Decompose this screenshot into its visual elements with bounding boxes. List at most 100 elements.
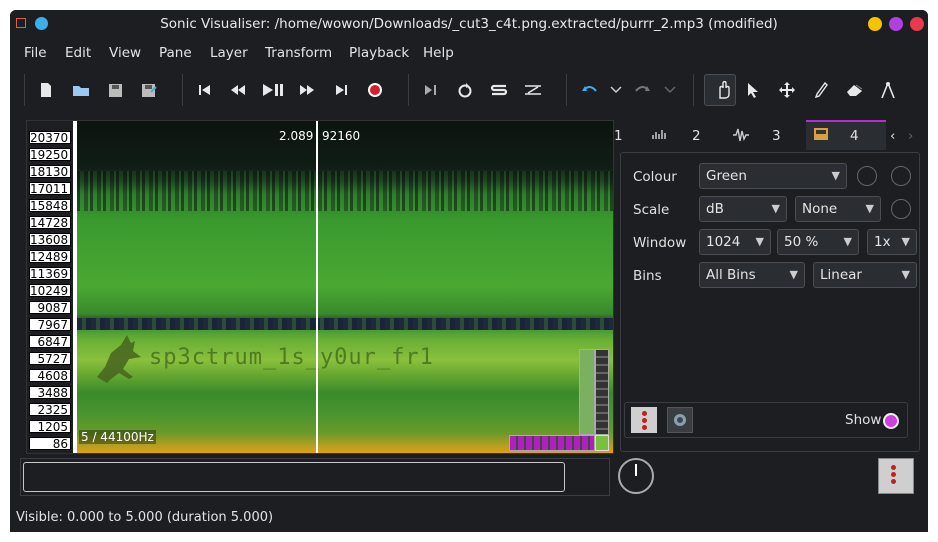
gain-meter[interactable] — [579, 349, 595, 435]
play-pause-icon[interactable] — [259, 76, 287, 104]
record-icon[interactable] — [361, 76, 389, 104]
threshold-knob[interactable] — [891, 199, 911, 219]
toolbar-separator — [182, 74, 185, 106]
toolbar-separator — [566, 74, 569, 106]
colour-label: Colour — [633, 169, 677, 185]
align-icon[interactable] — [519, 76, 547, 104]
menu-view[interactable]: View — [109, 45, 141, 61]
level-meter — [595, 349, 609, 435]
spectrogram-pane[interactable]: 20370 19250 18130 17011 15848 14728 1360… — [26, 120, 614, 454]
app-window: Sonic Visualiser: /home/wowon/Downloads/… — [10, 10, 928, 532]
freq-label: 1205 — [29, 420, 71, 434]
menu-transform[interactable]: Transform — [265, 45, 332, 61]
frequency-scale-select[interactable]: Linear ▼ — [813, 262, 917, 288]
fast-forward-icon[interactable] — [293, 76, 321, 104]
freq-label: 7967 — [29, 318, 71, 332]
add-layer-button[interactable] — [878, 458, 914, 494]
freq-label: 5727 — [29, 352, 71, 366]
layer-property-panel: 1 2 3 4 ‹ › Colour Green ▼ Scale dB ▼ No… — [612, 120, 928, 452]
minimize-button[interactable] — [868, 17, 882, 31]
save-as-icon[interactable] — [135, 76, 163, 104]
menu-edit[interactable]: Edit — [65, 45, 91, 61]
toolbar-separator — [408, 74, 411, 106]
window-label: Window — [633, 235, 687, 251]
traffic-light-icon — [641, 410, 647, 430]
freq-label: 12489 — [29, 250, 71, 264]
measure-icon[interactable] — [874, 76, 902, 104]
toolbar — [10, 70, 928, 110]
window-size-select[interactable]: 1024 ▼ — [699, 229, 771, 255]
oversample-value: 1x — [874, 234, 891, 250]
window-overlap-select[interactable]: 50 % ▼ — [777, 229, 859, 255]
navigate-icon[interactable] — [704, 74, 736, 106]
menu-pane[interactable]: Pane — [159, 45, 192, 61]
bin-display-select[interactable]: All Bins ▼ — [699, 262, 805, 288]
chevron-down-icon: ▼ — [755, 235, 764, 248]
freq-label: 3488 — [29, 386, 71, 400]
close-button[interactable] — [910, 17, 924, 31]
freq-label: 18130 — [29, 165, 71, 179]
waveform-icon[interactable] — [732, 128, 750, 146]
menu-file[interactable]: File — [24, 45, 47, 61]
menu-playback[interactable]: Playback — [349, 45, 409, 61]
freq-label: 20370 — [29, 131, 71, 145]
frame-readout: 92160 — [322, 129, 361, 143]
colour-rotation-knob[interactable] — [857, 166, 877, 186]
layer-color-button[interactable] — [631, 407, 657, 433]
undo-icon[interactable] — [575, 76, 603, 104]
forward-end-icon[interactable] — [327, 76, 355, 104]
freq-label: 14728 — [29, 216, 71, 230]
tab-layer-2[interactable]: 2 — [692, 128, 701, 144]
chevron-down-icon: ▼ — [865, 202, 874, 215]
rewind-start-icon[interactable] — [191, 76, 219, 104]
rewind-icon[interactable] — [224, 76, 252, 104]
overview-visible-region[interactable] — [23, 462, 565, 492]
zoom-reset-button[interactable] — [595, 435, 609, 451]
tab-layer-3[interactable]: 3 — [772, 128, 781, 144]
status-bar: Visible: 0.000 to 5.000 (duration 5.000) — [16, 510, 274, 525]
tab-layer-4[interactable]: 4 — [806, 120, 886, 150]
tab-layer-1[interactable]: 1 — [614, 128, 623, 144]
solo-icon[interactable] — [485, 76, 513, 104]
spectrogram-dark-band — [77, 318, 613, 330]
new-file-icon[interactable] — [32, 76, 60, 104]
erase-icon[interactable] — [841, 76, 869, 104]
cat-silhouette-icon — [97, 335, 141, 383]
freq-label: 9087 — [29, 301, 71, 315]
tab-scroll-right-icon[interactable]: › — [908, 128, 913, 144]
colour-select[interactable]: Green ▼ — [699, 163, 847, 189]
waveform-bars-icon[interactable] — [652, 128, 668, 144]
loop-icon[interactable] — [451, 76, 479, 104]
play-parameters-button[interactable] — [667, 407, 693, 433]
oversample-select[interactable]: 1x ▼ — [867, 229, 917, 255]
frequency-scale: 20370 19250 18130 17011 15848 14728 1360… — [27, 121, 73, 453]
chevron-down-icon: ▼ — [843, 235, 852, 248]
playback-speed-knob[interactable] — [618, 458, 654, 494]
normalize-select[interactable]: None ▼ — [795, 196, 881, 222]
tab-scroll-left-icon[interactable]: ‹ — [890, 128, 895, 144]
move-icon[interactable] — [773, 76, 801, 104]
show-toggle[interactable] — [883, 413, 899, 429]
save-icon[interactable] — [101, 76, 129, 104]
horizontal-level-meter — [509, 435, 595, 451]
open-folder-icon[interactable] — [67, 76, 95, 104]
maximize-button[interactable] — [889, 17, 903, 31]
select-icon[interactable] — [739, 76, 767, 104]
spectrogram-noise-band — [77, 171, 613, 211]
gain-knob[interactable] — [891, 166, 911, 186]
menu-help[interactable]: Help — [423, 45, 454, 61]
playhead-cursor[interactable] — [316, 121, 318, 453]
draw-icon[interactable] — [807, 76, 835, 104]
embedded-hidden-text: sp3ctrum_1s_y0ur_fr1 — [149, 345, 434, 370]
redo-menu-icon[interactable] — [656, 76, 684, 104]
constrain-play-icon[interactable] — [417, 76, 445, 104]
title-bar: Sonic Visualiser: /home/wowon/Downloads/… — [10, 10, 928, 38]
freq-label: 17011 — [29, 182, 71, 196]
freq-label: 15848 — [29, 199, 71, 213]
overview-pane[interactable] — [20, 458, 610, 496]
redo-icon[interactable] — [629, 76, 657, 104]
undo-menu-icon[interactable] — [602, 76, 630, 104]
scale-select[interactable]: dB ▼ — [699, 196, 787, 222]
menu-layer[interactable]: Layer — [210, 45, 248, 61]
tab-layer-4-label: 4 — [850, 128, 859, 144]
